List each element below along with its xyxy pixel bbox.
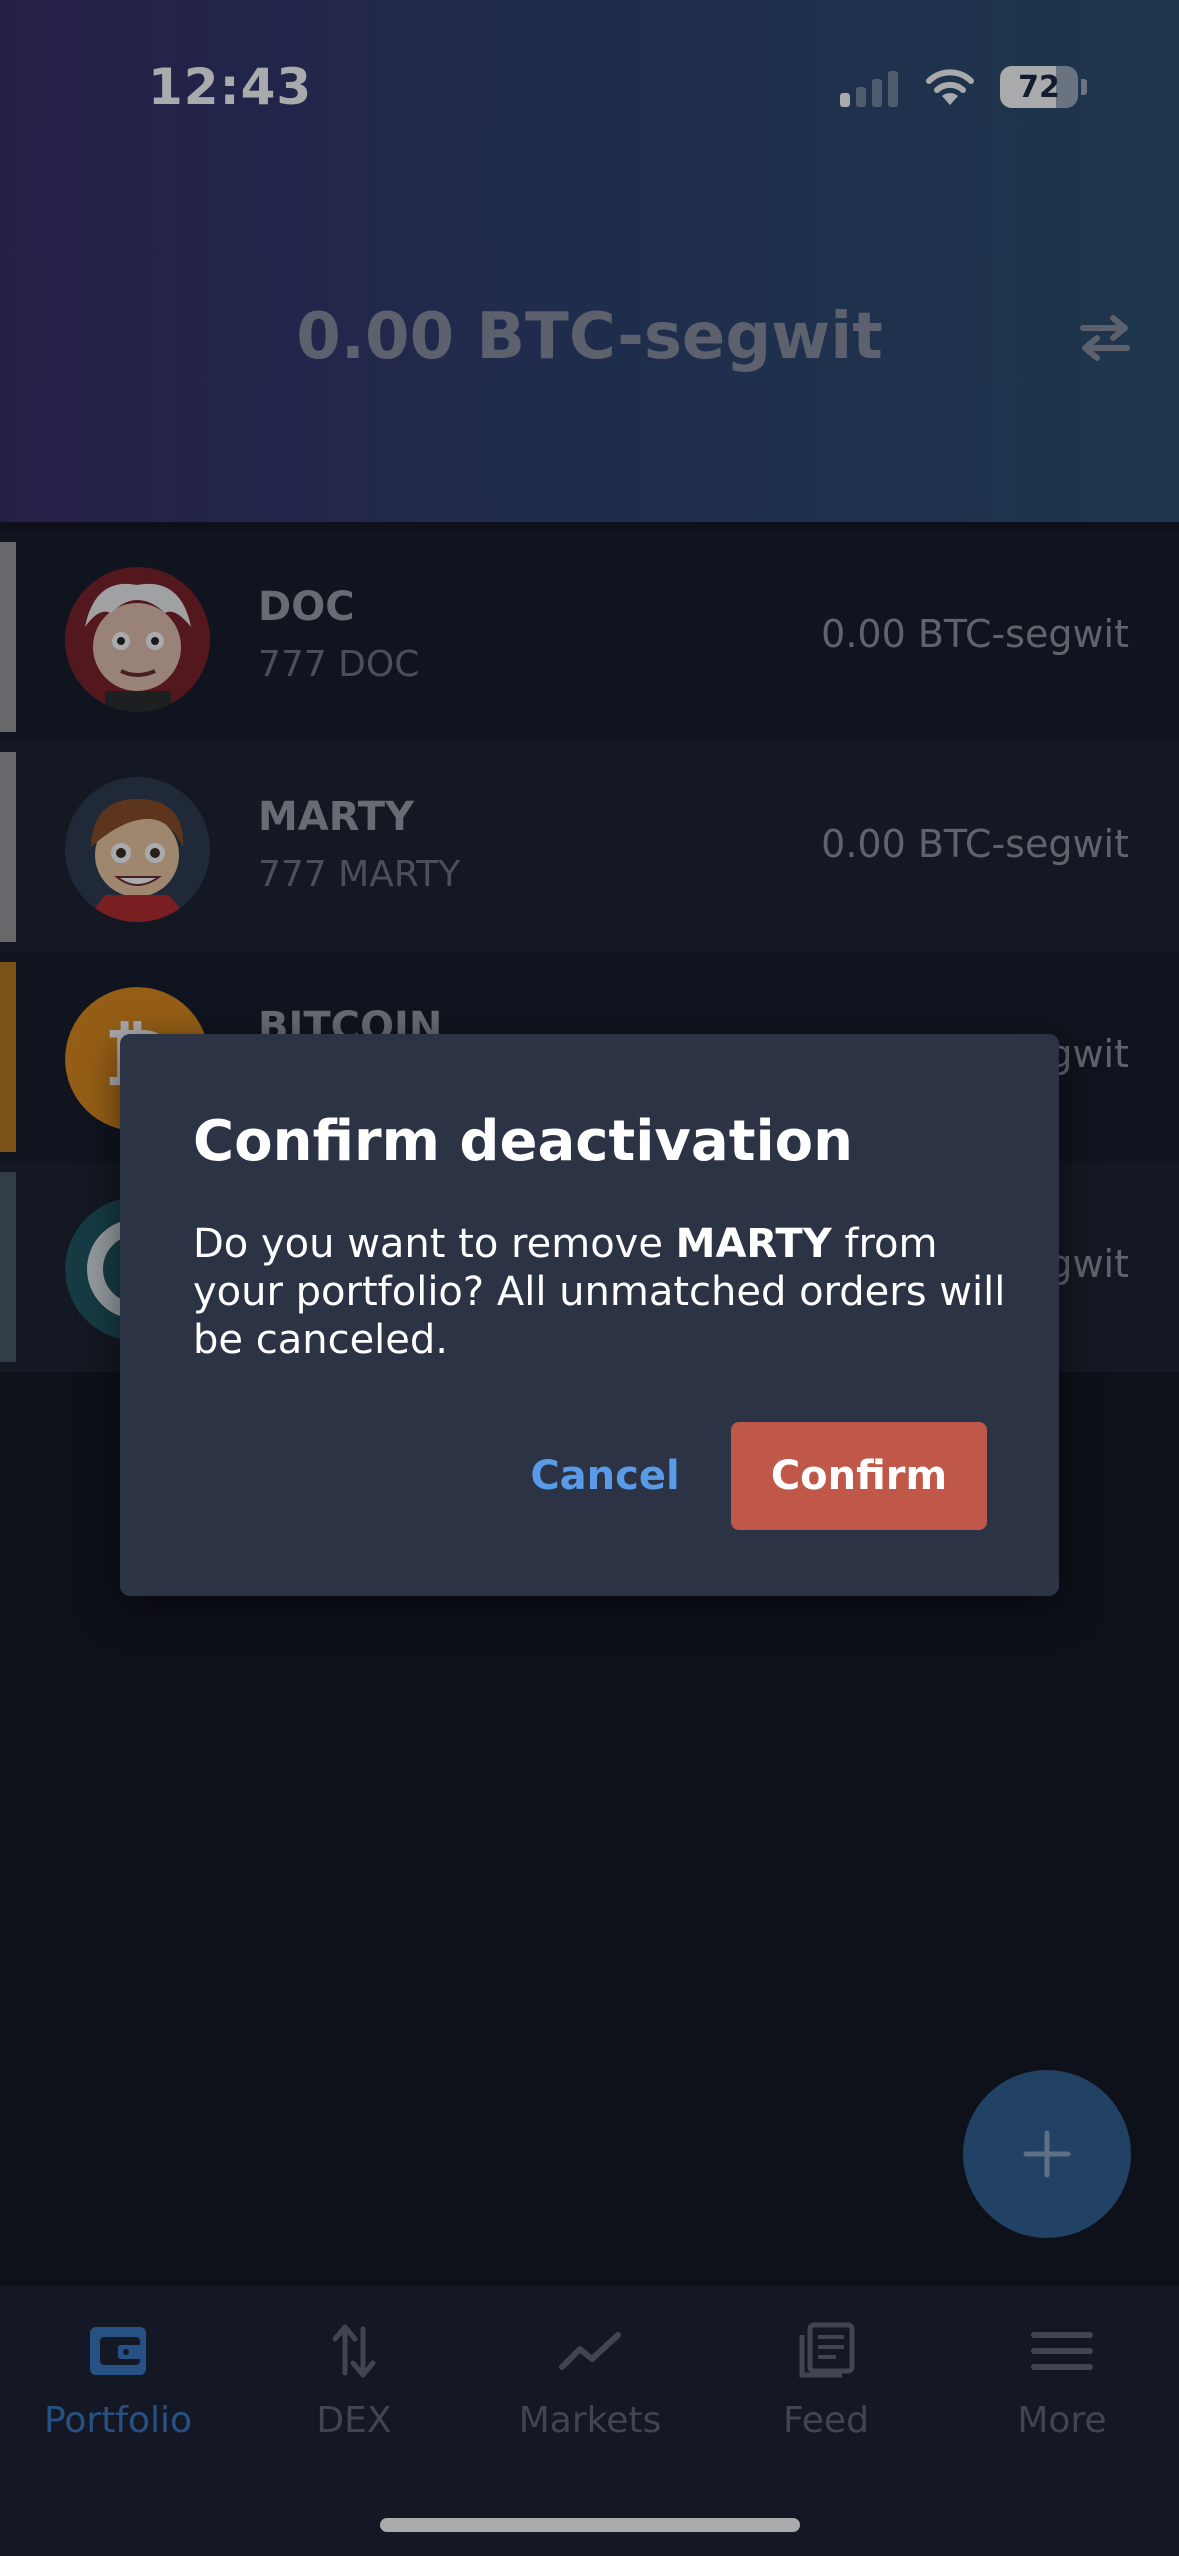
- cancel-button[interactable]: Cancel: [495, 1422, 715, 1530]
- confirm-deactivation-dialog: Confirm deactivation Do you want to remo…: [120, 1034, 1059, 1596]
- dialog-coin-name: MARTY: [675, 1221, 832, 1267]
- confirm-button[interactable]: Confirm: [731, 1422, 987, 1530]
- dialog-message-prefix: Do you want to remove: [193, 1221, 676, 1267]
- dialog-message: Do you want to remove MARTY from your po…: [193, 1220, 1013, 1364]
- dialog-title: Confirm deactivation: [193, 1109, 854, 1174]
- portfolio-screen: 12:43 72 0.00 BTC-segwit DOC 777 DOC 0.0…: [0, 0, 1179, 2556]
